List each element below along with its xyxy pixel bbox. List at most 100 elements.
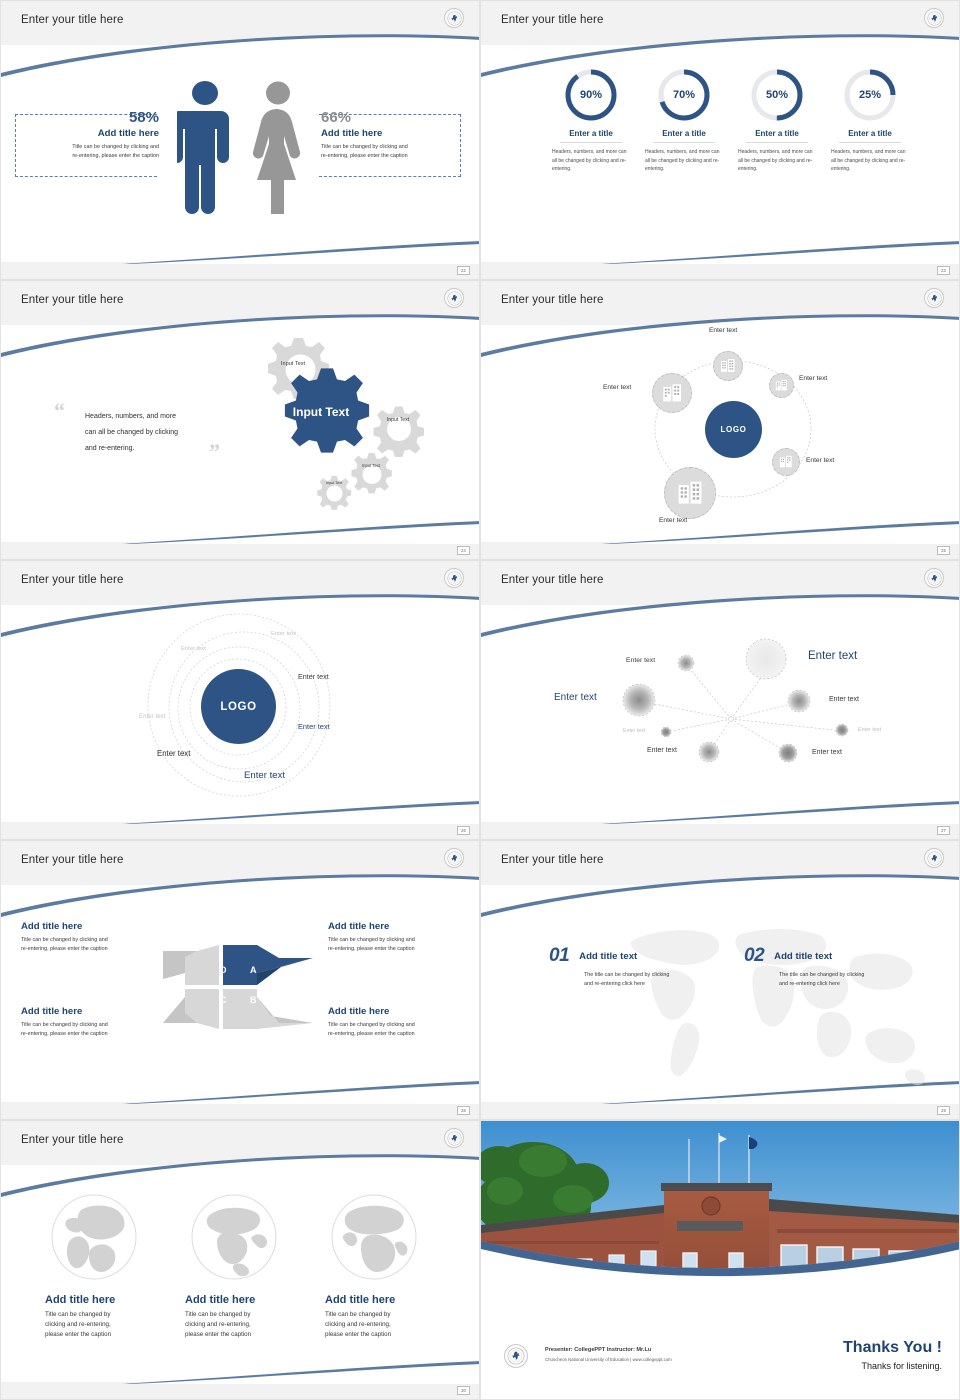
thanks-title: Thanks You ! (843, 1339, 942, 1356)
network-label-big-right: Enter text (808, 650, 858, 662)
thanks-subtitle: Thanks for listening. (861, 1361, 942, 1371)
item-title: Add title text (774, 951, 833, 962)
page-number: 28 (457, 1106, 470, 1115)
page-title: Enter your title here (21, 1134, 124, 1146)
orbit-node-top[interactable] (713, 351, 743, 381)
slide-thanks-closing[interactable]: Presenter: CollegePPT Instructor: Mr.Lu … (480, 1120, 960, 1400)
donut-item[interactable]: 25% Enter a title Headers, numbers, and … (823, 67, 917, 174)
right-caption-line2: re-entering, please enter the caption (321, 153, 408, 159)
network-label-big-left: Enter text (554, 692, 597, 703)
orbit-node-right-upper[interactable] (769, 373, 794, 398)
gear-label-primary: Input Text (292, 405, 350, 419)
slide-gears-quote[interactable]: Enter your title here “ Headers, numbers… (0, 280, 480, 560)
university-emblem-icon (444, 568, 464, 588)
woman-figure-icon (252, 81, 301, 214)
donut-value: 90% (579, 89, 603, 101)
item-line1: The title can be changed by clicking (584, 972, 670, 978)
campus-photo (481, 1121, 959, 1321)
page-title: Enter your title here (501, 294, 604, 306)
network-label-small-right: Enter text (858, 727, 882, 733)
slide-people-percent[interactable]: Enter your title here 58% Add title here… (0, 0, 480, 280)
page-title: Enter your title here (501, 854, 604, 866)
globe-line3: please enter the caption (185, 1331, 252, 1338)
donut-caption: Headers, numbers, and more can all be ch… (738, 149, 813, 173)
university-emblem-icon (444, 848, 464, 868)
open-quote-icon: “ (54, 398, 65, 423)
network-label-bottom-right: Enter text (812, 749, 842, 756)
globe-title: Add title here (325, 1294, 396, 1306)
quadrant-line1: Title can be changed by clicking and (328, 937, 415, 943)
page-number: 26 (457, 826, 470, 835)
gear-label-secondary: Input Text (280, 361, 306, 367)
x-label-b: B (250, 995, 257, 1005)
network-label-small-left: Enter text (623, 728, 646, 734)
page-title: Enter your title here (501, 14, 604, 26)
page-number: 22 (457, 266, 470, 275)
quadrant-line1: Title can be changed by clicking and (21, 937, 108, 943)
slide-x-quadrants[interactable]: Enter your title here Add title here Tit… (0, 840, 480, 1120)
presenter-line: Presenter: CollegePPT Instructor: Mr.Lu (545, 1347, 652, 1353)
slide-globes-three[interactable]: Enter your title here Add title here Tit… (0, 1120, 480, 1400)
quadrant-line2: re-entering, please enter the caption (21, 1031, 108, 1037)
map-item-02[interactable]: 02 Add title text The title can be chang… (744, 945, 864, 989)
globe-line1: Title can be changed by (185, 1311, 251, 1318)
globe-line3: please enter the caption (325, 1331, 392, 1338)
globe-line2: clicking and re-entering, (185, 1321, 251, 1328)
globe-line1: Title can be changed by (325, 1311, 391, 1318)
donut-caption: Headers, numbers, and more can all be ch… (831, 149, 906, 173)
university-emblem-icon (444, 1128, 464, 1148)
donut-chart-50: 50% (749, 67, 805, 123)
slide-numbered-map[interactable]: Enter your title here 01 Add title text … (480, 840, 960, 1120)
page-title: Enter your title here (501, 574, 604, 586)
donut-value: 25% (858, 89, 882, 101)
quadrant-text-bottom-right: Add title here Title can be changed by c… (328, 1006, 478, 1039)
network-graphic (622, 638, 849, 763)
orbit-node-left[interactable] (652, 373, 692, 413)
right-percent: 66% (321, 109, 352, 126)
left-caption-line2: re-entering, please enter the caption (72, 153, 159, 159)
network-label-mid-right: Enter text (829, 696, 859, 703)
globe-item-2[interactable]: Add title here Title can be changed by c… (185, 1194, 320, 1340)
donut-item[interactable]: 50% Enter a title Headers, numbers, and … (730, 67, 824, 174)
donut-title: Enter a title (569, 129, 613, 138)
item-number: 02 (744, 945, 765, 966)
item-number: 01 (549, 945, 570, 966)
orbit-label-bottom: Enter text (659, 517, 688, 524)
page-number: 29 (937, 1106, 950, 1115)
donut-title: Enter a title (848, 129, 892, 138)
globe-line1: Title can be changed by (45, 1311, 111, 1318)
center-logo[interactable]: LOGO (705, 401, 762, 458)
world-map-watermark (630, 929, 925, 1086)
slide-donut-stats[interactable]: Enter your title here 90% Enter a title (480, 0, 960, 280)
slide-concentric-rings[interactable]: Enter your title here LOGO Enter text En… (0, 560, 480, 840)
quadrant-title: Add title here (21, 1006, 83, 1017)
orbit-label-left: Enter text (603, 384, 632, 391)
orbit-node-right-lower[interactable] (772, 448, 800, 476)
man-figure-icon (177, 81, 229, 214)
left-title: Add title here (97, 128, 159, 139)
slide-logo-orbit[interactable]: Enter your title here LOGO Enter text En… (480, 280, 960, 560)
left-percent: 58% (128, 109, 159, 126)
item-title: Add title text (579, 951, 638, 962)
ring-label-7: Enter text (244, 770, 286, 781)
page-number: 30 (457, 1386, 470, 1395)
orbit-label-right-upper: Enter text (799, 375, 828, 382)
university-emblem-icon (924, 288, 944, 308)
globe-icon (51, 1194, 137, 1280)
university-emblem-icon (924, 848, 944, 868)
donut-item[interactable]: 90% Enter a title Headers, numbers, and … (544, 67, 638, 174)
orbit-node-bottom[interactable] (664, 467, 716, 519)
gear-label-secondary: Input Text (386, 417, 410, 423)
donut-item[interactable]: 70% Enter a title Headers, numbers, and … (637, 67, 731, 174)
center-logo[interactable]: LOGO (201, 669, 276, 744)
globe-item-1[interactable]: Add title here Title can be changed by c… (45, 1194, 180, 1340)
globe-item-3[interactable]: Add title here Title can be changed by c… (325, 1194, 460, 1340)
map-item-01[interactable]: 01 Add title text The title can be chang… (549, 945, 669, 989)
divider (653, 142, 715, 143)
university-emblem-icon (444, 8, 464, 28)
donut-chart-70: 70% (656, 67, 712, 123)
divider (746, 142, 808, 143)
globe-line3: please enter the caption (45, 1331, 112, 1338)
slide-network-bubbles[interactable]: Enter your title here Enter text Enter t… (480, 560, 960, 840)
quote-text: Headers, numbers, and more can all be ch… (85, 413, 179, 452)
